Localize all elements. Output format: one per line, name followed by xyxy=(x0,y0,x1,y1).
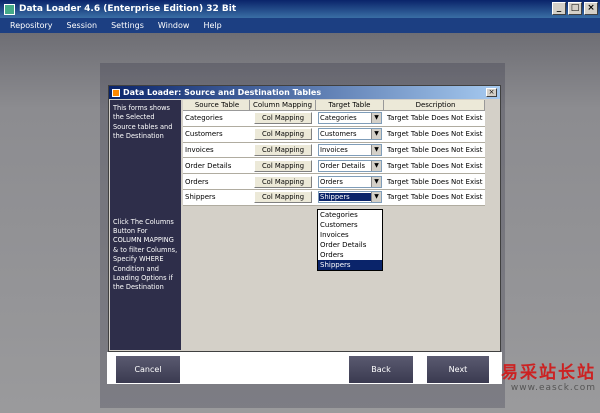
dropdown-option[interactable]: Customers xyxy=(318,220,382,230)
target-table-select[interactable]: Customers ▼ xyxy=(318,128,382,141)
target-table-value: Categories xyxy=(320,114,357,123)
header-column-mapping: Column Mapping xyxy=(250,100,316,110)
minimize-button[interactable]: _ xyxy=(552,2,566,15)
watermark-title: 易采站长站 xyxy=(501,363,596,383)
dialog-title-bar: Data Loader: Source and Destination Tabl… xyxy=(109,86,500,99)
target-table-dropdown-list: Categories Customers Invoices Order Deta… xyxy=(317,209,383,271)
col-mapping-button[interactable]: Col Mapping xyxy=(254,159,312,172)
dropdown-option[interactable]: Invoices xyxy=(318,230,382,240)
cancel-button[interactable]: Cancel xyxy=(116,356,180,383)
help-text-1: This forms shows the Selected Source tab… xyxy=(113,104,173,141)
app-icon xyxy=(4,3,15,15)
dropdown-arrow-icon[interactable]: ▼ xyxy=(371,192,381,203)
menu-bar: Repository Session Settings Window Help xyxy=(0,18,600,33)
description-cell: Target Table Does Not Exist xyxy=(387,161,483,170)
grid-header: Source Table Column Mapping Target Table… xyxy=(183,100,485,111)
col-mapping-button[interactable]: Col Mapping xyxy=(254,175,312,188)
help-text-2: Click The Columns Button For COLUMN MAPP… xyxy=(113,217,178,292)
target-table-value: Invoices xyxy=(320,145,348,154)
watermark-url: www.easck.com xyxy=(510,383,596,393)
source-table-cell: Customers xyxy=(185,130,223,139)
target-table-value: Order Details xyxy=(320,161,366,170)
dropdown-arrow-icon[interactable]: ▼ xyxy=(371,144,381,155)
dropdown-arrow-icon[interactable]: ▼ xyxy=(371,160,381,171)
menu-session[interactable]: Session xyxy=(67,21,98,30)
help-sidebar: This forms shows the Selected Source tab… xyxy=(110,100,181,350)
tables-grid: Source Table Column Mapping Target Table… xyxy=(183,100,485,206)
next-button[interactable]: Next xyxy=(427,356,489,383)
dropdown-arrow-icon[interactable]: ▼ xyxy=(371,129,381,140)
col-mapping-button[interactable]: Col Mapping xyxy=(254,128,312,141)
target-table-select[interactable]: Invoices ▼ xyxy=(318,143,382,156)
dialog-close-button[interactable]: × xyxy=(486,88,497,97)
target-table-select[interactable]: Shippers ▼ xyxy=(318,191,382,204)
source-destination-dialog: Data Loader: Source and Destination Tabl… xyxy=(108,85,501,352)
target-table-select[interactable]: Order Details ▼ xyxy=(318,159,382,172)
close-button[interactable]: × xyxy=(584,2,598,15)
description-cell: Target Table Does Not Exist xyxy=(387,130,483,139)
dropdown-option[interactable]: Categories xyxy=(318,210,382,220)
maximize-button[interactable]: □ xyxy=(568,2,582,15)
watermark: 易采站长站 www.easck.com xyxy=(501,358,596,393)
dropdown-option-selected[interactable]: Shippers xyxy=(318,260,382,270)
table-row: Orders Col Mapping Orders ▼ Target Table … xyxy=(183,174,485,190)
table-row: Categories Col Mapping Categories ▼ Targe… xyxy=(183,111,485,127)
source-table-cell: Order Details xyxy=(185,161,232,170)
target-table-value: Orders xyxy=(320,177,343,186)
table-row: Shippers Col Mapping Shippers ▼ Target Ta… xyxy=(183,189,485,206)
description-cell: Target Table Does Not Exist xyxy=(387,145,483,154)
col-mapping-button[interactable]: Col Mapping xyxy=(254,191,312,204)
menu-repository[interactable]: Repository xyxy=(10,21,53,30)
target-table-value: Shippers xyxy=(319,193,371,202)
description-cell: Target Table Does Not Exist xyxy=(387,114,483,123)
back-button[interactable]: Back xyxy=(349,356,413,383)
description-cell: Target Table Does Not Exist xyxy=(387,177,483,186)
header-description: Description xyxy=(384,100,485,110)
menu-settings[interactable]: Settings xyxy=(111,21,144,30)
window-title: Data Loader 4.6 (Enterprise Edition) 32 … xyxy=(19,4,237,14)
description-cell: Target Table Does Not Exist xyxy=(387,193,483,202)
col-mapping-button[interactable]: Col Mapping xyxy=(254,143,312,156)
menu-window[interactable]: Window xyxy=(158,21,190,30)
dialog-icon xyxy=(112,88,120,97)
table-row: Order Details Col Mapping Order Details ▼… xyxy=(183,158,485,175)
dropdown-option[interactable]: Orders xyxy=(318,250,382,260)
target-table-select[interactable]: Categories ▼ xyxy=(318,112,382,125)
dropdown-arrow-icon[interactable]: ▼ xyxy=(371,113,381,124)
header-target-table: Target Table xyxy=(316,100,384,110)
source-table-cell: Orders xyxy=(185,177,209,186)
table-row: Customers Col Mapping Customers ▼ Target … xyxy=(183,126,485,143)
target-table-select[interactable]: Orders ▼ xyxy=(318,175,382,188)
table-row: Invoices Col Mapping Invoices ▼ Target Ta… xyxy=(183,142,485,159)
dropdown-option[interactable]: Order Details xyxy=(318,240,382,250)
menu-help[interactable]: Help xyxy=(203,21,221,30)
dropdown-arrow-icon[interactable]: ▼ xyxy=(371,176,381,187)
source-table-cell: Categories xyxy=(185,114,223,123)
target-table-value: Customers xyxy=(320,130,357,139)
title-bar: Data Loader 4.6 (Enterprise Edition) 32 … xyxy=(0,0,600,18)
header-source-table: Source Table xyxy=(183,100,250,110)
source-table-cell: Invoices xyxy=(185,145,214,154)
col-mapping-button[interactable]: Col Mapping xyxy=(254,112,312,125)
dialog-title: Data Loader: Source and Destination Tabl… xyxy=(123,88,322,97)
source-table-cell: Shippers xyxy=(185,193,216,202)
